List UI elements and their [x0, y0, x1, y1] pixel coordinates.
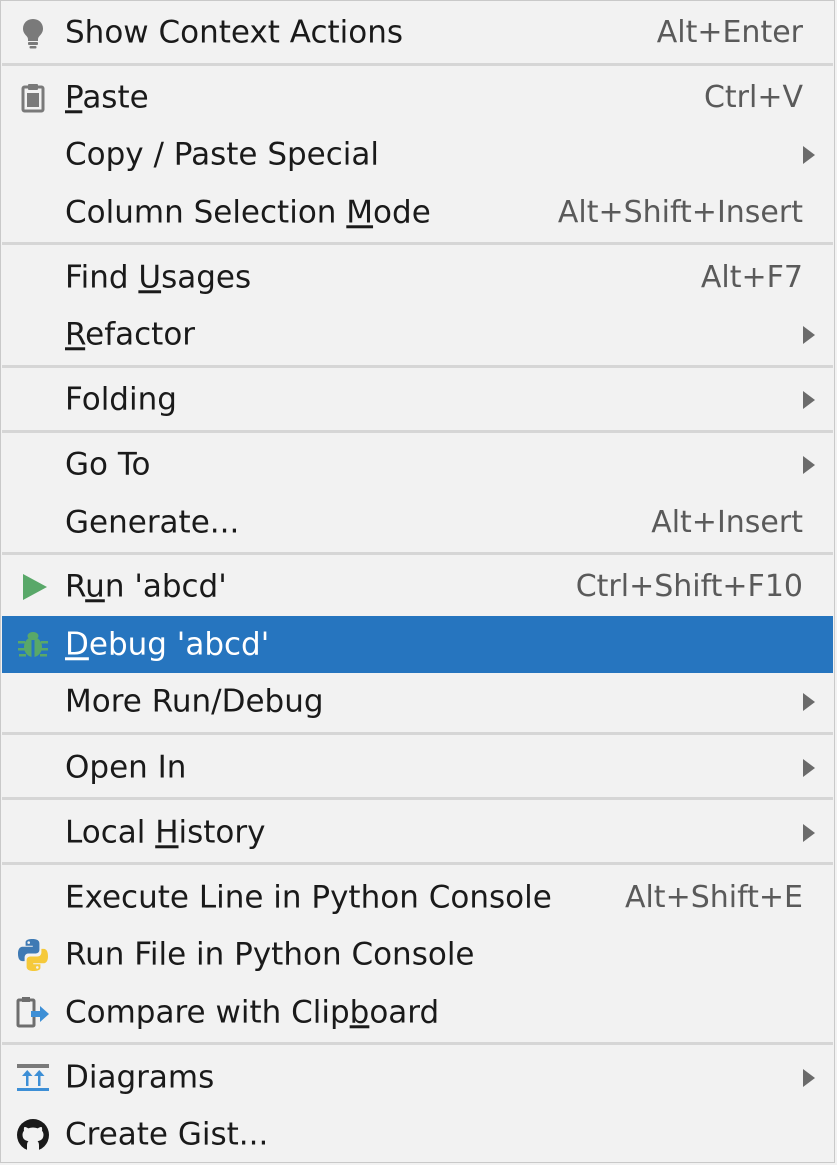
menu-item-label-post: sages [161, 258, 252, 295]
menu-item-paste[interactable]: Paste Ctrl+V [2, 69, 833, 126]
menu-separator [2, 862, 833, 865]
menu-item-mnemonic: R [65, 315, 86, 352]
menu-item-label: Show Context Actions [65, 13, 404, 50]
menu-item-shortcut: Alt+Insert [651, 504, 803, 540]
menu-item-label-pre: Column Selection [65, 193, 347, 230]
lightbulb-icon [14, 14, 52, 52]
diagram-icon [14, 1059, 52, 1097]
menu-item-more-run-debug[interactable]: More Run/Debug [2, 673, 833, 730]
menu-item-label: Execute Line in Python Console [65, 878, 552, 915]
menu-item-label-post: n 'abcd' [104, 567, 227, 604]
run-icon [14, 568, 52, 606]
menu-item-label: More Run/Debug [65, 682, 324, 719]
menu-separator [2, 552, 833, 555]
menu-item-mnemonic: P [65, 78, 83, 115]
menu-item-label-pre: R [65, 567, 86, 604]
menu-item-label: Folding [65, 380, 177, 417]
github-icon [14, 1116, 52, 1154]
menu-item-label-post: efactor [85, 315, 196, 352]
menu-item-run[interactable]: Run 'abcd' Ctrl+Shift+F10 [2, 558, 833, 615]
menu-item-go-to[interactable]: Go To [2, 436, 833, 493]
menu-item-label: Copy / Paste Special [65, 135, 380, 172]
menu-item-create-gist[interactable]: Create Gist... [2, 1106, 833, 1163]
menu-item-mnemonic: D [65, 625, 89, 662]
submenu-arrow-icon [803, 455, 815, 474]
submenu-arrow-icon [803, 1068, 815, 1087]
menu-separator [2, 365, 833, 368]
menu-item-mnemonic: H [155, 813, 179, 850]
menu-item-mnemonic: M [346, 193, 374, 230]
menu-item-label: Open In [65, 748, 187, 785]
menu-item-shortcut: Alt+F7 [700, 259, 803, 295]
menu-item-label-post: ode [373, 193, 431, 230]
submenu-arrow-icon [803, 823, 815, 842]
menu-item-shortcut: Alt+Enter [656, 14, 803, 50]
menu-item-label-post: istory [178, 813, 266, 850]
menu-item-run-file-python-console[interactable]: Run File in Python Console [2, 926, 833, 983]
menu-item-open-in[interactable]: Open In [2, 739, 833, 796]
context-menu: Show Context Actions Alt+Enter Paste Ctr… [0, 0, 835, 1163]
menu-item-label: Go To [65, 445, 151, 482]
menu-separator [2, 242, 833, 245]
menu-item-refactor[interactable]: Refactor [2, 306, 833, 363]
clipboard-icon [14, 79, 52, 117]
compare-clipboard-icon [14, 994, 52, 1032]
submenu-arrow-icon [803, 692, 815, 711]
menu-item-folding[interactable]: Folding [2, 371, 833, 428]
menu-item-mnemonic: b [349, 993, 370, 1030]
menu-item-show-context-actions[interactable]: Show Context Actions Alt+Enter [2, 4, 833, 61]
menu-separator [2, 732, 833, 735]
menu-item-label-post: aste [82, 78, 149, 115]
menu-item-label: Diagrams [65, 1058, 215, 1095]
submenu-arrow-icon [803, 390, 815, 409]
menu-item-shortcut: Ctrl+V [703, 79, 803, 115]
submenu-arrow-icon [803, 758, 815, 777]
debug-bug-icon [14, 626, 52, 664]
menu-item-label-pre: Local [65, 813, 156, 850]
menu-item-label-pre: Find [65, 258, 139, 295]
menu-item-find-usages[interactable]: Find Usages Alt+F7 [2, 249, 833, 306]
menu-item-label: Run File in Python Console [65, 935, 475, 972]
submenu-arrow-icon [803, 325, 815, 344]
menu-item-shortcut: Alt+Shift+E [624, 879, 803, 915]
menu-item-label-post: oard [369, 993, 440, 1030]
menu-item-mnemonic: u [85, 567, 105, 604]
menu-item-label: Generate... [65, 503, 240, 540]
menu-item-label-pre: Compare with Clip [65, 993, 350, 1030]
menu-separator [2, 1042, 833, 1045]
menu-item-column-selection-mode[interactable]: Column Selection Mode Alt+Shift+Insert [2, 184, 833, 241]
menu-item-compare-with-clipboard[interactable]: Compare with Clipboard [2, 984, 833, 1041]
menu-item-execute-line-python-console[interactable]: Execute Line in Python Console Alt+Shift… [2, 869, 833, 926]
menu-separator [2, 430, 833, 433]
menu-item-shortcut: Alt+Shift+Insert [557, 194, 803, 230]
python-icon [14, 936, 52, 974]
menu-item-shortcut: Ctrl+Shift+F10 [575, 568, 803, 604]
menu-item-label: Create Gist... [65, 1115, 269, 1152]
menu-separator [2, 63, 833, 66]
menu-item-local-history[interactable]: Local History [2, 804, 833, 861]
menu-item-debug[interactable]: Debug 'abcd' [2, 616, 833, 673]
menu-item-label-post: ebug 'abcd' [88, 625, 270, 662]
menu-item-mnemonic: U [138, 258, 162, 295]
submenu-arrow-icon [803, 145, 815, 164]
menu-separator [2, 797, 833, 800]
menu-item-generate[interactable]: Generate... Alt+Insert [2, 494, 833, 551]
menu-item-diagrams[interactable]: Diagrams [2, 1049, 833, 1106]
menu-item-copy-paste-special[interactable]: Copy / Paste Special [2, 126, 833, 183]
